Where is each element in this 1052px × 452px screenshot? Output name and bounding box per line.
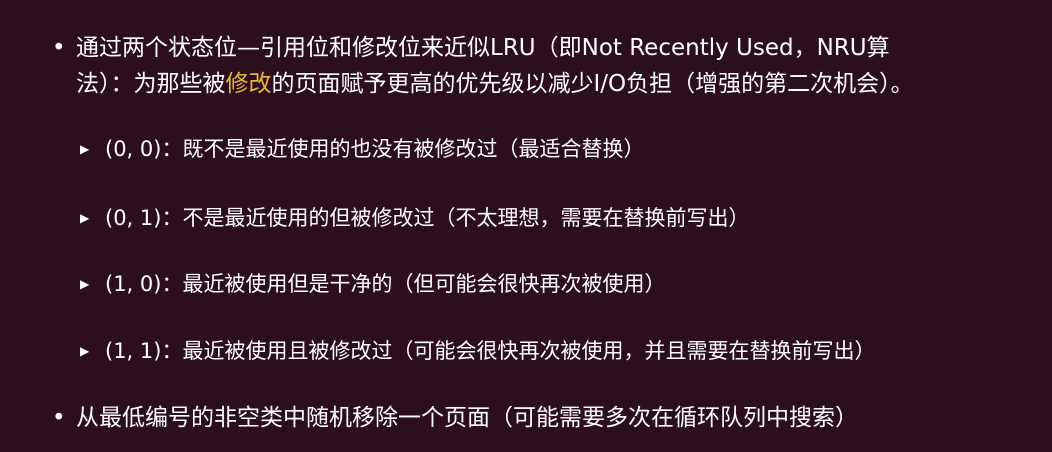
triangle-right-icon: ▶ (80, 142, 90, 156)
bullet-1-line-1: 通过两个状态位—引用位和修改位来近似LRU（即Not Recently Used… (76, 35, 890, 61)
bullet-1-line-2: 法）：为那些被修改的页面赋予更高的优先级以减少I/O负担（增强的第二次机会）。 (76, 67, 914, 101)
sub-item-text: (0, 0)：既不是最近使用的也没有被修改过（最适合替换） (105, 137, 645, 161)
bullet-1-line-2-prefix: 法）：为那些被 (76, 71, 226, 97)
bullet-dot-icon: • (52, 405, 66, 431)
triangle-right-icon: ▶ (80, 344, 90, 358)
triangle-right-icon: ▶ (80, 277, 90, 291)
sub-item-text: (0, 1)：不是最近使用的但被修改过（不太理想，需要在替换前写出） (105, 206, 750, 230)
bullet-1-line-2-suffix: 的页面赋予更高的优先级以减少I/O负担（增强的第二次机会）。 (271, 71, 914, 97)
sub-item-text: (1, 1)：最近被使用且被修改过（可能会很快再次被使用，并且需要在替换前写出） (105, 339, 876, 363)
sub-item-text: (1, 0)：最近被使用但是干净的（但可能会很快再次被使用） (105, 272, 666, 296)
bullet-2-text: 从最低编号的非空类中随机移除一个页面（可能需要多次在循环队列中搜索） (76, 405, 858, 431)
slide: • 通过两个状态位—引用位和修改位来近似LRU（即Not Recently Us… (0, 0, 1052, 452)
bullet-dot-icon: • (52, 35, 66, 61)
triangle-right-icon: ▶ (80, 211, 90, 225)
highlight-modified: 修改 (225, 71, 272, 97)
